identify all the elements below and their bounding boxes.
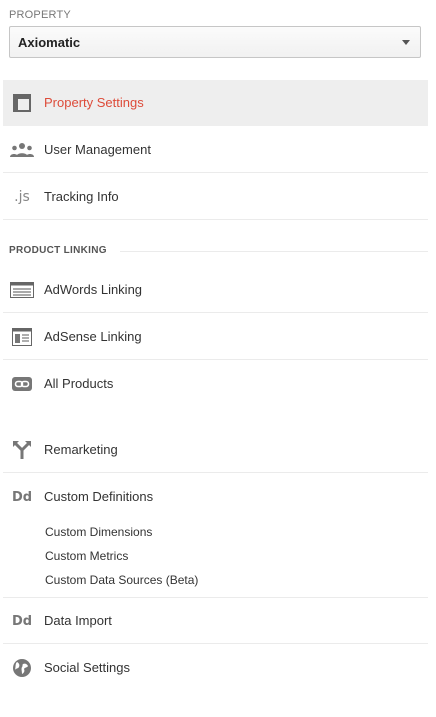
nav-item-label: All Products bbox=[44, 376, 114, 391]
nav-item-custom-definitions[interactable]: Dd Custom Definitions bbox=[3, 474, 428, 520]
nav-item-label: Property Settings bbox=[44, 95, 144, 110]
nav-item-label: AdWords Linking bbox=[44, 282, 143, 297]
chevron-down-icon bbox=[402, 40, 410, 45]
globe-icon bbox=[10, 657, 34, 679]
property-selector[interactable]: Axiomatic bbox=[9, 26, 421, 58]
nav-item-adsense-linking[interactable]: AdSense Linking bbox=[3, 314, 428, 360]
nav-item-data-import[interactable]: Dd Data Import bbox=[3, 598, 428, 644]
javascript-icon: .js bbox=[14, 189, 30, 205]
sub-item-custom-metrics[interactable]: Custom Metrics bbox=[45, 549, 128, 563]
custom-definitions-icon: Dd bbox=[11, 489, 33, 505]
users-icon bbox=[10, 139, 34, 161]
nav-item-label: User Management bbox=[44, 142, 151, 157]
adsense-icon bbox=[10, 326, 34, 348]
data-import-icon: Dd bbox=[11, 613, 33, 629]
property-settings-icon bbox=[10, 92, 34, 114]
link-icon bbox=[10, 373, 34, 395]
nav-item-user-management[interactable]: User Management bbox=[3, 127, 428, 173]
nav-item-remarketing[interactable]: Remarketing bbox=[3, 427, 428, 473]
nav-item-label: Tracking Info bbox=[44, 189, 119, 204]
header-divider bbox=[120, 251, 428, 252]
property-label: PROPERTY bbox=[9, 9, 71, 21]
remarketing-fork-icon bbox=[10, 439, 34, 461]
adwords-icon bbox=[10, 279, 34, 301]
sub-item-custom-dimensions[interactable]: Custom Dimensions bbox=[45, 525, 152, 539]
nav-item-label: AdSense Linking bbox=[44, 329, 142, 344]
nav-item-adwords-linking[interactable]: AdWords Linking bbox=[3, 267, 428, 313]
nav-item-tracking-info[interactable]: .js Tracking Info bbox=[3, 174, 428, 220]
nav-item-social-settings[interactable]: Social Settings bbox=[3, 645, 428, 691]
nav-item-label: Data Import bbox=[44, 613, 112, 628]
nav-item-label: Custom Definitions bbox=[44, 489, 154, 504]
nav-item-property-settings[interactable]: Property Settings bbox=[3, 80, 428, 126]
nav-item-label: Remarketing bbox=[44, 442, 118, 457]
nav-item-all-products[interactable]: All Products bbox=[3, 361, 428, 407]
sub-item-custom-data-sources[interactable]: Custom Data Sources (Beta) bbox=[45, 573, 198, 587]
property-selected-value: Axiomatic bbox=[18, 35, 81, 50]
product-linking-header: PRODUCT LINKING bbox=[9, 245, 107, 256]
nav-item-label: Social Settings bbox=[44, 660, 130, 675]
